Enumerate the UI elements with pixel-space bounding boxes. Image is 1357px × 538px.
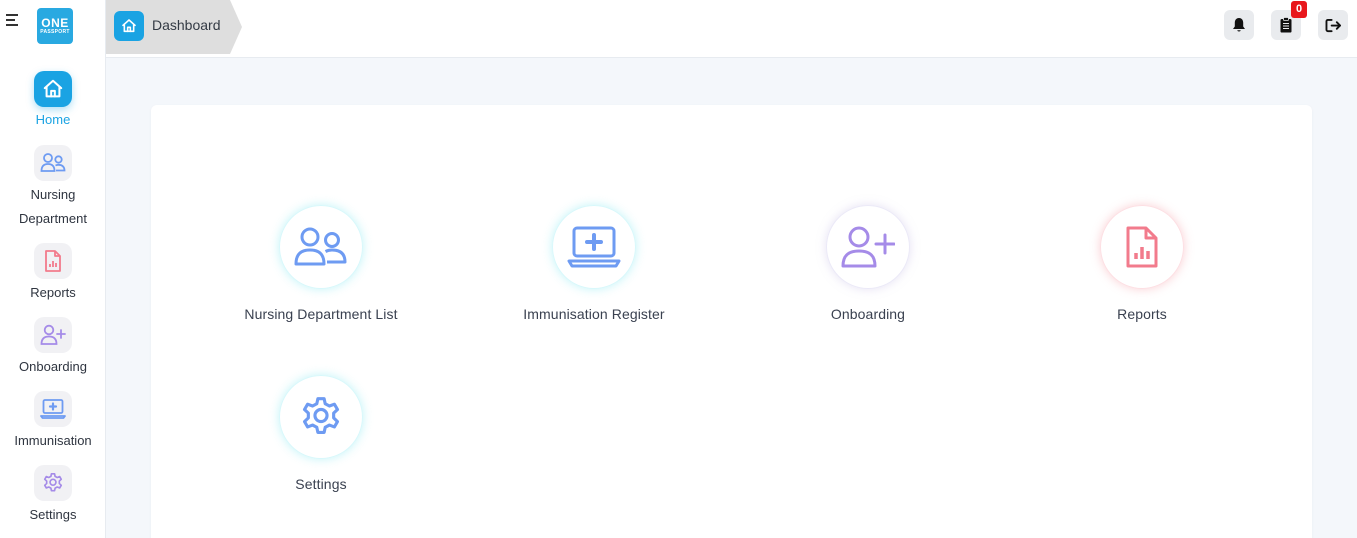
sidebar: ONE PASSPORT Home Nursing Department Rep… [0, 0, 106, 538]
sidebar-item-immunisation[interactable]: Immunisation [0, 391, 106, 453]
clipboard-icon [1280, 17, 1292, 33]
users-icon [279, 205, 363, 289]
bell-icon [1233, 18, 1245, 32]
sidebar-item-label: Immunisation [14, 433, 92, 448]
laptop-medical-icon [34, 391, 72, 427]
tasks-button[interactable]: 0 [1271, 1, 1307, 40]
tile-settings[interactable]: Settings [201, 375, 441, 492]
user-plus-icon [34, 317, 72, 353]
breadcrumb-label: Dashboard [152, 17, 221, 33]
sidebar-item-label: Settings [29, 507, 77, 522]
logout-button[interactable] [1318, 10, 1348, 40]
tile-label: Reports [1117, 306, 1167, 322]
sidebar-item-label: Reports [30, 285, 76, 300]
menu-toggle-icon[interactable] [6, 14, 20, 26]
logout-icon [1325, 18, 1341, 32]
dashboard-card: Nursing Department List Immunisation Reg… [151, 105, 1312, 538]
top-bar: Dashboard 0 [106, 0, 1357, 58]
report-file-icon [34, 243, 72, 279]
gear-icon [34, 465, 72, 501]
tile-reports[interactable]: Reports [1022, 205, 1262, 322]
report-file-icon [1100, 205, 1184, 289]
tile-label: Nursing Department List [244, 306, 398, 322]
home-icon [114, 11, 144, 41]
tile-label: Settings [295, 476, 347, 492]
tasks-count-badge: 0 [1291, 1, 1307, 18]
sidebar-item-label: Nursing Department [19, 187, 87, 226]
tile-label: Onboarding [830, 306, 906, 322]
tile-immunisation-register[interactable]: Immunisation Register [474, 205, 714, 322]
tile-label: Immunisation Register [523, 306, 665, 322]
sidebar-item-label: Home [35, 112, 71, 127]
users-icon [34, 145, 72, 181]
sidebar-item-settings[interactable]: Settings [0, 465, 106, 527]
sidebar-item-home[interactable]: Home [0, 71, 106, 133]
tile-onboarding[interactable]: Onboarding [748, 205, 988, 322]
breadcrumb[interactable]: Dashboard [106, 0, 242, 54]
notifications-button[interactable] [1224, 10, 1254, 40]
laptop-medical-icon [552, 205, 636, 289]
sidebar-item-onboarding[interactable]: Onboarding [0, 317, 106, 379]
sidebar-item-label: Onboarding [19, 359, 87, 374]
gear-icon [279, 375, 363, 459]
app-logo[interactable]: ONE PASSPORT [37, 8, 73, 44]
user-plus-icon [826, 205, 910, 289]
home-icon [34, 71, 72, 107]
sidebar-item-nursing-department[interactable]: Nursing Department [0, 145, 106, 231]
tile-nursing-department-list[interactable]: Nursing Department List [201, 205, 441, 322]
sidebar-item-reports[interactable]: Reports [0, 243, 106, 305]
